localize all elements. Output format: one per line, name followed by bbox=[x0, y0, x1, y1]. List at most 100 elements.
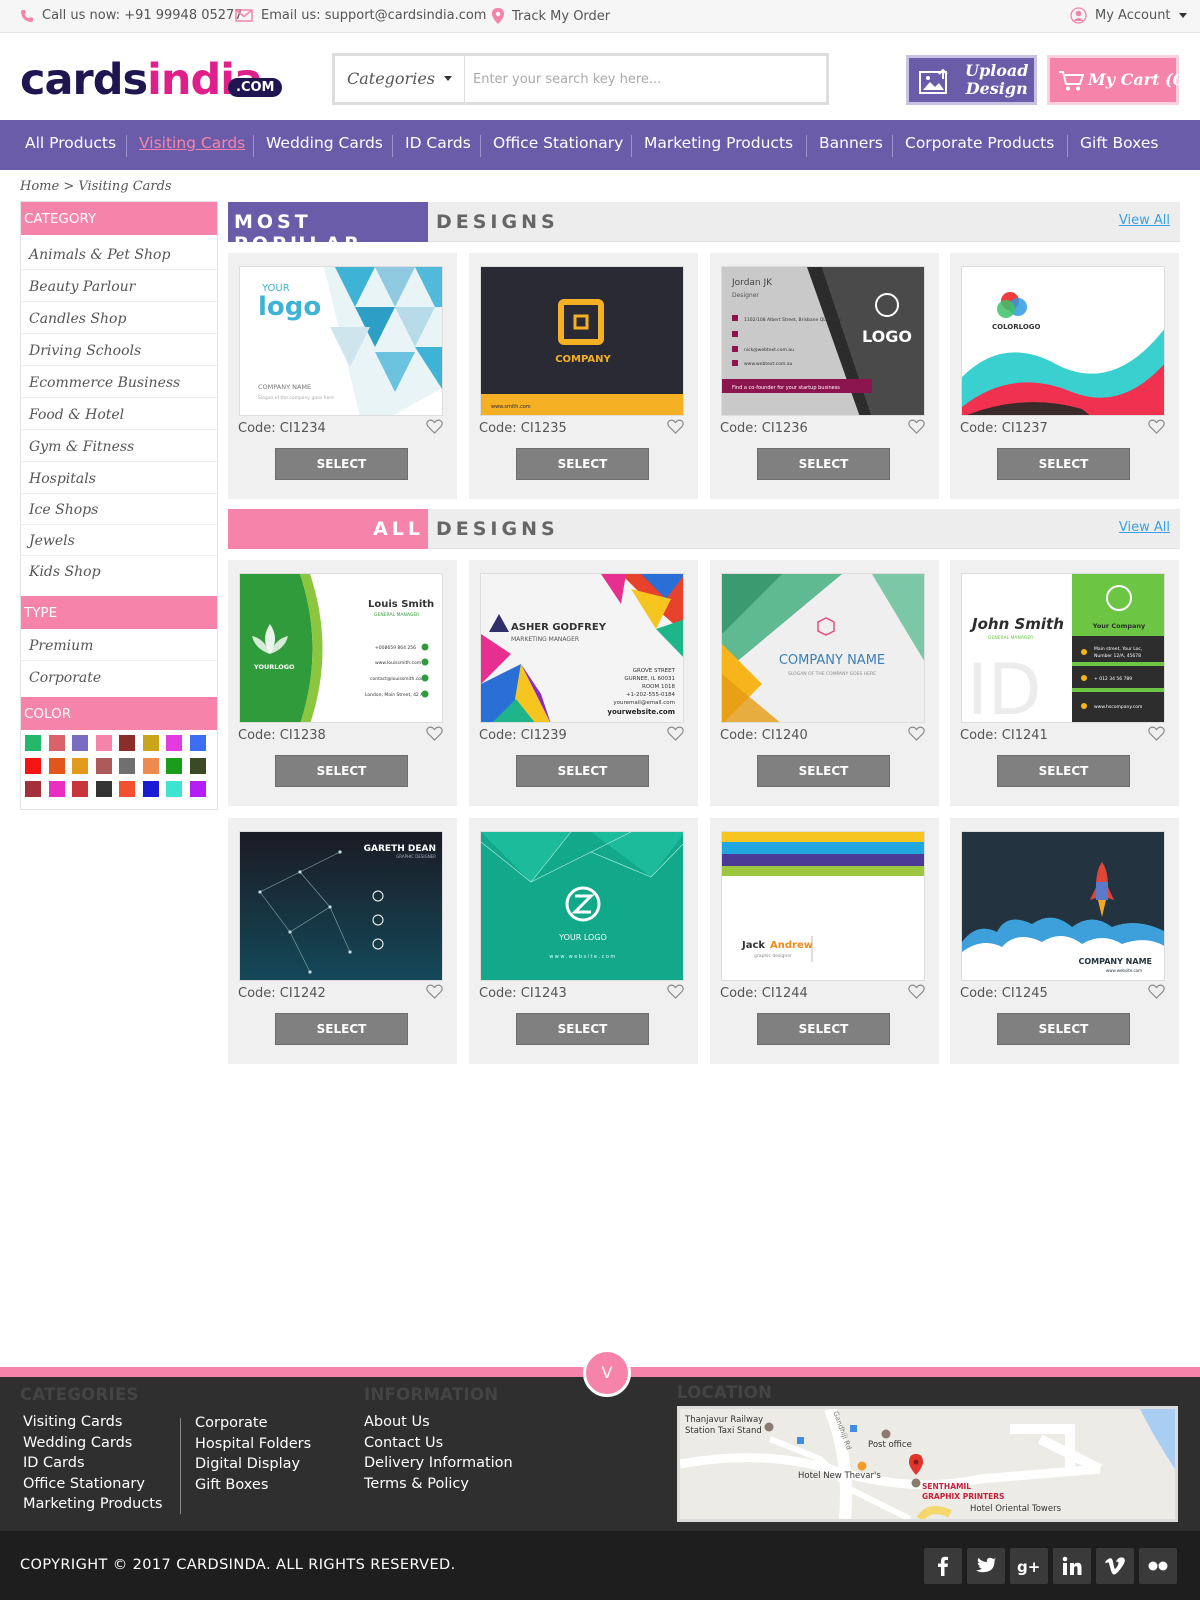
sidebar-item-category[interactable]: Kids Shop bbox=[21, 556, 217, 587]
footer-link[interactable]: Digital Display bbox=[195, 1456, 300, 1472]
upload-design-button[interactable]: Upload Design bbox=[906, 55, 1037, 105]
select-button[interactable]: SELECT bbox=[997, 448, 1130, 480]
footer-link[interactable]: Hospital Folders bbox=[195, 1436, 311, 1452]
design-card[interactable]: YOUR logo COMPANY NAME Slogan of the com… bbox=[228, 253, 457, 499]
color-swatch[interactable] bbox=[25, 735, 41, 751]
color-swatch[interactable] bbox=[166, 758, 182, 774]
color-swatch[interactable] bbox=[166, 781, 182, 797]
view-all-designs-link[interactable]: View All bbox=[1119, 520, 1170, 535]
color-swatch[interactable] bbox=[25, 758, 41, 774]
footer-link[interactable]: Gift Boxes bbox=[195, 1477, 268, 1493]
footer-link[interactable]: Office Stationary bbox=[23, 1476, 145, 1492]
site-logo[interactable]: cardsindia .COM bbox=[20, 55, 283, 105]
color-swatch[interactable] bbox=[48, 735, 65, 751]
card-preview-ci1237[interactable]: COLORLOGO bbox=[961, 266, 1165, 416]
nav-wedding-cards[interactable]: Wedding Cards bbox=[266, 134, 383, 152]
sidebar-item-category[interactable]: Jewels bbox=[21, 525, 217, 556]
select-button[interactable]: SELECT bbox=[516, 448, 649, 480]
heart-icon[interactable] bbox=[1148, 726, 1165, 745]
color-swatch[interactable] bbox=[119, 735, 135, 751]
color-swatch[interactable] bbox=[72, 758, 88, 774]
design-card[interactable]: COLORLOGO Code: CI1237 SELECT bbox=[950, 253, 1179, 499]
sidebar-item-category[interactable]: Candles Shop bbox=[21, 303, 217, 334]
select-button[interactable]: SELECT bbox=[516, 755, 649, 787]
footer-toggle-button[interactable]: V bbox=[583, 1349, 631, 1397]
nav-gift-boxes[interactable]: Gift Boxes bbox=[1080, 134, 1158, 152]
sidebar-item-category[interactable]: Beauty Parlour bbox=[21, 271, 217, 302]
heart-icon[interactable] bbox=[426, 726, 443, 745]
design-card[interactable]: GARETH DEAN GRAPHIC DESIGNER Code: CI124… bbox=[228, 818, 457, 1064]
card-preview-ci1234[interactable]: YOUR logo COMPANY NAME Slogan of the com… bbox=[239, 266, 443, 416]
sidebar-item-category[interactable]: Driving Schools bbox=[21, 335, 217, 366]
design-card[interactable]: COMPANY www.smith.com Code: CI1235 SELEC… bbox=[469, 253, 698, 499]
sidebar-item-category[interactable]: Hospitals bbox=[21, 463, 217, 494]
color-swatch[interactable] bbox=[95, 781, 112, 797]
card-preview-ci1236[interactable]: Jordan JK Designer 1102/108 Albert Stree… bbox=[721, 266, 925, 416]
nav-corporate-products[interactable]: Corporate Products bbox=[905, 134, 1054, 152]
design-card[interactable]: YOURLOGO Louis Smith GENERAL MANAGER +00… bbox=[228, 560, 457, 806]
design-card[interactable]: Jack Andrew graphic designer Code: CI124… bbox=[710, 818, 939, 1064]
footer-link[interactable]: ID Cards bbox=[23, 1455, 85, 1471]
sidebar-item-category[interactable]: Gym & Fitness bbox=[21, 431, 217, 462]
linkedin-icon[interactable] bbox=[1053, 1548, 1091, 1584]
footer-link[interactable]: Contact Us bbox=[364, 1435, 443, 1451]
heart-icon[interactable] bbox=[667, 726, 684, 745]
card-preview-ci1245[interactable]: COMPANY NAME www.website.com bbox=[961, 831, 1165, 981]
heart-icon[interactable] bbox=[908, 726, 925, 745]
color-swatch[interactable] bbox=[166, 735, 182, 751]
design-card[interactable]: YOUR LOGO www.website.com Code: CI1243 S… bbox=[469, 818, 698, 1064]
card-preview-ci1244[interactable]: Jack Andrew graphic designer bbox=[721, 831, 925, 981]
nav-marketing-products[interactable]: Marketing Products bbox=[644, 134, 793, 152]
color-swatch[interactable] bbox=[48, 781, 65, 797]
vimeo-icon[interactable] bbox=[1096, 1548, 1134, 1584]
select-button[interactable]: SELECT bbox=[516, 1013, 649, 1045]
design-card[interactable]: COMPANY NAME SLOGAN OF THE COMPANY GOES … bbox=[710, 560, 939, 806]
card-preview-ci1243[interactable]: YOUR LOGO www.website.com bbox=[480, 831, 684, 981]
location-map[interactable]: Thanjavur Railway Station Taxi Stand Pos… bbox=[677, 1406, 1178, 1522]
select-button[interactable]: SELECT bbox=[997, 1013, 1130, 1045]
email-contact[interactable]: Email us: support@cardsindia.com bbox=[235, 8, 486, 23]
color-swatch[interactable] bbox=[25, 781, 41, 797]
design-card[interactable]: COMPANY NAME www.website.com Code: CI124… bbox=[950, 818, 1179, 1064]
select-button[interactable]: SELECT bbox=[757, 448, 890, 480]
card-preview-ci1235[interactable]: COMPANY www.smith.com bbox=[480, 266, 684, 416]
heart-icon[interactable] bbox=[1148, 984, 1165, 1003]
heart-icon[interactable] bbox=[667, 984, 684, 1003]
color-swatch[interactable] bbox=[48, 758, 65, 774]
footer-link[interactable]: Visiting Cards bbox=[23, 1414, 122, 1430]
select-button[interactable]: SELECT bbox=[757, 755, 890, 787]
nav-id-cards[interactable]: ID Cards bbox=[405, 134, 471, 152]
flickr-icon[interactable] bbox=[1139, 1548, 1177, 1584]
color-swatch[interactable] bbox=[142, 781, 159, 797]
color-swatch[interactable] bbox=[189, 735, 206, 751]
color-swatch[interactable] bbox=[189, 781, 206, 797]
my-account-dropdown[interactable]: My Account bbox=[1070, 7, 1187, 24]
nav-office-stationary[interactable]: Office Stationary bbox=[493, 134, 623, 152]
heart-icon[interactable] bbox=[1148, 419, 1165, 438]
nav-all-products[interactable]: All Products bbox=[25, 134, 116, 152]
card-preview-ci1239[interactable]: ASHER GODFREY MARKETING MANAGER GROVE ST… bbox=[480, 573, 684, 723]
design-card[interactable]: Your Company Main street, Your Loc, Numb… bbox=[950, 560, 1179, 806]
footer-link[interactable]: Wedding Cards bbox=[23, 1435, 132, 1451]
select-button[interactable]: SELECT bbox=[757, 1013, 890, 1045]
sidebar-item-category[interactable]: Ecommerce Business bbox=[21, 367, 217, 398]
footer-link[interactable]: Delivery Information bbox=[364, 1455, 513, 1471]
heart-icon[interactable] bbox=[426, 419, 443, 438]
card-preview-ci1240[interactable]: COMPANY NAME SLOGAN OF THE COMPANY GOES … bbox=[721, 573, 925, 723]
heart-icon[interactable] bbox=[908, 419, 925, 438]
footer-link[interactable]: About Us bbox=[364, 1414, 430, 1430]
heart-icon[interactable] bbox=[667, 419, 684, 438]
select-button[interactable]: SELECT bbox=[275, 1013, 408, 1045]
view-all-popular-link[interactable]: View All bbox=[1119, 213, 1170, 228]
footer-link[interactable]: Corporate bbox=[195, 1415, 268, 1431]
color-swatch[interactable] bbox=[119, 781, 135, 797]
color-swatch[interactable] bbox=[72, 735, 88, 751]
footer-link[interactable]: Marketing Products bbox=[23, 1496, 163, 1512]
sidebar-item-category[interactable]: Food & Hotel bbox=[21, 399, 217, 430]
select-button[interactable]: SELECT bbox=[275, 448, 408, 480]
heart-icon[interactable] bbox=[426, 984, 443, 1003]
track-order-link[interactable]: Track My Order bbox=[492, 8, 610, 24]
heart-icon[interactable] bbox=[908, 984, 925, 1003]
card-preview-ci1242[interactable]: GARETH DEAN GRAPHIC DESIGNER bbox=[239, 831, 443, 981]
footer-link[interactable]: Terms & Policy bbox=[364, 1476, 469, 1492]
